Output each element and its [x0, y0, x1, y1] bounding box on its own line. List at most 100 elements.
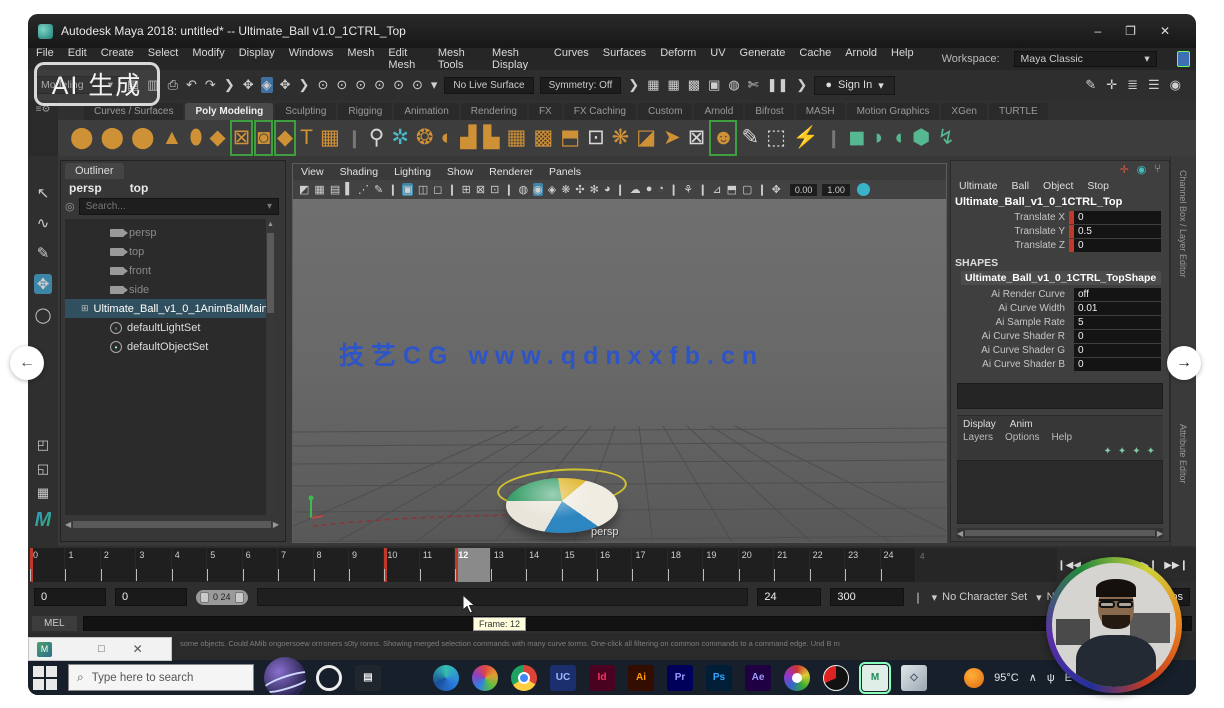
- shelf-tool-icon[interactable]: ↯: [937, 123, 955, 153]
- channel-value-field[interactable]: 0: [1074, 239, 1161, 252]
- tool-icon[interactable]: ↖: [37, 184, 50, 202]
- toolbar-icon[interactable]: ⊙: [392, 77, 405, 93]
- toolbar-icon[interactable]: ✄: [747, 77, 760, 93]
- shape-node-name[interactable]: Ultimate_Ball_v1_0_1CTRL_TopShape: [961, 271, 1161, 285]
- toolbar-icon[interactable]: ▣: [707, 77, 721, 93]
- shelf-tool-icon[interactable]: ▙: [483, 123, 499, 153]
- frame-cell[interactable]: 22: [810, 548, 845, 582]
- beach-ball-mesh[interactable]: [506, 478, 618, 533]
- channel-row[interactable]: Ai Curve Shader G 0: [951, 343, 1169, 357]
- outliner-hscrollbar[interactable]: ◀ ▶: [65, 519, 279, 530]
- outliner-item[interactable]: ◦ defaultLightSet: [65, 318, 275, 337]
- outliner-camera-label[interactable]: top: [130, 181, 149, 195]
- shelf-tab[interactable]: Custom: [638, 103, 692, 120]
- channelbox-menu-item[interactable]: Ball: [1012, 180, 1030, 192]
- taskbar-app-icon[interactable]: Pr: [667, 665, 693, 691]
- shelf-tool-icon[interactable]: ❂: [416, 123, 434, 153]
- frame-cell[interactable]: 17: [632, 548, 667, 582]
- temperature-icon[interactable]: [964, 668, 984, 688]
- shelf-tool-icon[interactable]: ◼: [848, 123, 865, 153]
- shelf-tab[interactable]: FX: [529, 103, 562, 120]
- shelf-tool-icon[interactable]: ❋: [612, 123, 630, 153]
- taskbar-app-icon[interactable]: [784, 665, 810, 691]
- taskbar-app-icon[interactable]: Ps: [706, 665, 732, 691]
- channel-value-field[interactable]: 0.01: [1074, 302, 1161, 315]
- frame-cell[interactable]: 3: [136, 548, 171, 582]
- shelf-tool-icon[interactable]: T: [300, 123, 313, 153]
- layer-editor-menu[interactable]: Layers: [963, 432, 993, 443]
- channel-row[interactable]: Ai Render Curve off: [951, 287, 1169, 301]
- sidebar-tab-channelbox[interactable]: Channel Box / Layer Editor: [1178, 170, 1188, 278]
- layer-editor-tab[interactable]: Display: [963, 419, 996, 430]
- range-slider-track[interactable]: [257, 588, 749, 606]
- layout-button[interactable]: ▦: [37, 485, 49, 501]
- frame-cell[interactable]: 21: [774, 548, 809, 582]
- outliner-search-input[interactable]: Search... ▾: [79, 198, 279, 215]
- playback-end-field[interactable]: 24: [757, 588, 821, 606]
- shelf-tool-icon[interactable]: ◖: [892, 123, 905, 153]
- channel-value-field[interactable]: 0: [1074, 330, 1161, 343]
- channel-row[interactable]: Ai Curve Shader R 0: [951, 329, 1169, 343]
- outliner-item[interactable]: front: [65, 261, 275, 280]
- toolbar-icon[interactable]: ✎: [1084, 77, 1097, 93]
- shelf-tab[interactable]: XGen: [941, 103, 987, 120]
- channel-value-field[interactable]: 0.5: [1074, 225, 1161, 238]
- toolbar-icon[interactable]: ↷: [204, 77, 217, 93]
- shelf-tool-icon[interactable]: ❙: [826, 123, 841, 153]
- character-set-dropdown[interactable]: ▾ No Character Set: [932, 591, 1028, 604]
- shelf-tab[interactable]: MASH: [796, 103, 845, 120]
- channel-value-field[interactable]: 0: [1074, 358, 1161, 371]
- taskbar-app-icon[interactable]: [823, 665, 849, 691]
- outliner-item[interactable]: top: [65, 242, 275, 261]
- shelf-tool-icon[interactable]: ▲: [162, 123, 183, 153]
- menu-item[interactable]: Help: [891, 47, 914, 71]
- menu-item[interactable]: Modify: [192, 47, 224, 71]
- menu-item[interactable]: Edit Mesh: [388, 47, 423, 71]
- menu-item[interactable]: Curves: [554, 47, 589, 71]
- toolbar-icon[interactable]: ✥: [242, 77, 255, 93]
- frame-cell[interactable]: 23: [845, 548, 880, 582]
- channelbox-menu-item[interactable]: Object: [1043, 180, 1073, 192]
- outliner-item[interactable]: side: [65, 280, 275, 299]
- frame-cell[interactable]: 2: [101, 548, 136, 582]
- toolbar-icon[interactable]: ◈: [261, 77, 273, 93]
- toolbar-icon[interactable]: ⊙: [316, 77, 329, 93]
- menu-item[interactable]: Windows: [289, 47, 334, 71]
- shelf-tool-icon[interactable]: ⬤: [131, 123, 155, 153]
- menu-item[interactable]: Display: [239, 47, 275, 71]
- shelf-tool-icon[interactable]: ⬤: [70, 123, 94, 153]
- shelf-tool-icon[interactable]: ◗: [873, 123, 886, 153]
- shelf-tool-icon[interactable]: ◪: [636, 123, 656, 153]
- menu-item[interactable]: Mesh: [347, 47, 374, 71]
- taskbar-app-icon[interactable]: [394, 665, 420, 691]
- taskbar-app-icon[interactable]: UC: [550, 665, 576, 691]
- shelf-tab[interactable]: TURTLE: [989, 103, 1048, 120]
- frame-cell[interactable]: 8: [314, 548, 349, 582]
- shelf-tool-icon[interactable]: ⬤: [101, 123, 125, 153]
- outliner-scrollbar[interactable]: ▲: [266, 219, 275, 515]
- shelf-tool-icon[interactable]: ⚡: [793, 123, 819, 153]
- toolbar-icon[interactable]: ↶: [185, 77, 198, 93]
- toolbar-icon[interactable]: ⊙: [354, 77, 367, 93]
- shelf-tool-icon[interactable]: ⊠: [233, 123, 251, 153]
- anim-end-field[interactable]: 300: [830, 588, 904, 606]
- shelf-tab[interactable]: FX Caching: [564, 103, 636, 120]
- taskbar-app-icon[interactable]: [472, 665, 498, 691]
- channel-value-field[interactable]: 5: [1074, 316, 1161, 329]
- frame-cell[interactable]: 13: [491, 548, 526, 582]
- minimize-button[interactable]: –: [1094, 24, 1101, 38]
- toolbar-icon[interactable]: ▾: [430, 77, 439, 93]
- toolbar-icon[interactable]: ✛: [1105, 77, 1118, 93]
- frame-cell[interactable]: 0: [30, 548, 65, 582]
- channelbox-display-icon[interactable]: ◉: [1137, 163, 1147, 176]
- shelf-tool-icon[interactable]: ❙: [347, 123, 362, 153]
- outliner-camera-label[interactable]: persp: [69, 181, 102, 195]
- frame-cell[interactable]: 1: [65, 548, 100, 582]
- channel-row[interactable]: Translate Z 0: [951, 238, 1169, 252]
- toolbar-icon[interactable]: ✥: [279, 77, 292, 93]
- shelf-tool-icon[interactable]: ◙: [257, 123, 270, 153]
- shelf-tool-icon[interactable]: ⊡: [587, 123, 605, 153]
- frame-cell[interactable]: 10: [384, 548, 419, 582]
- maximize-button[interactable]: ❐: [1125, 24, 1136, 38]
- new-layer-icon[interactable]: ✦: [1103, 446, 1111, 457]
